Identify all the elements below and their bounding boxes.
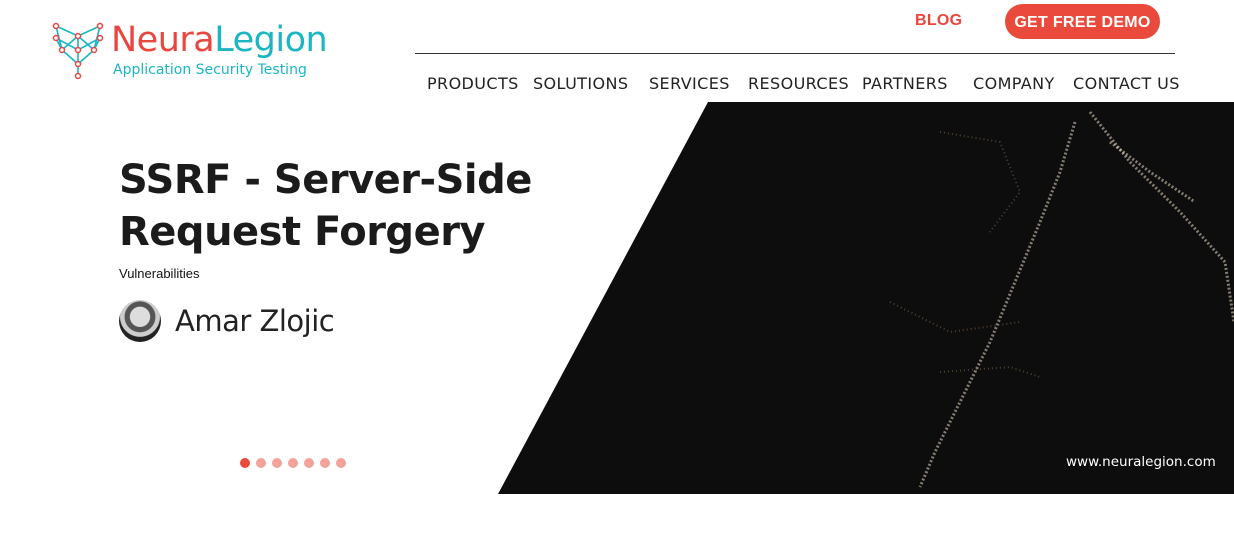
- author-name[interactable]: Amar Zlojic: [175, 304, 335, 338]
- author-avatar: [119, 300, 161, 342]
- carousel-dot[interactable]: [320, 458, 330, 468]
- banner-site-url: www.neuralegion.com: [1066, 454, 1216, 470]
- carousel-dot[interactable]: [240, 458, 250, 468]
- nav-item-company[interactable]: COMPANY: [973, 74, 1055, 93]
- nav-item-contact-us[interactable]: CONTACT US: [1073, 74, 1180, 93]
- hero-category[interactable]: Vulnerabilities: [119, 266, 199, 281]
- logo-wordmark: NeuraLegion: [111, 20, 328, 60]
- nav-item-solutions[interactable]: SOLUTIONS: [533, 74, 628, 93]
- carousel-dot[interactable]: [256, 458, 266, 468]
- nav-item-products[interactable]: PRODUCTS: [427, 74, 519, 93]
- nav-divider: [415, 53, 1175, 54]
- carousel-dot[interactable]: [288, 458, 298, 468]
- carousel-dot[interactable]: [304, 458, 314, 468]
- hero-title[interactable]: SSRF - Server-Side Request Forgery: [119, 154, 539, 258]
- logo-name-part1: Neura: [111, 20, 215, 60]
- logo-tagline: Application Security Testing: [113, 62, 307, 78]
- neuralegion-logo-icon: [52, 22, 104, 80]
- site-logo[interactable]: NeuraLegion Application Security Testing: [52, 20, 328, 84]
- carousel-dot[interactable]: [272, 458, 282, 468]
- blog-link[interactable]: BLOG: [915, 12, 962, 30]
- nav-item-resources[interactable]: RESOURCES: [748, 74, 849, 93]
- carousel-dot[interactable]: [336, 458, 346, 468]
- get-free-demo-button[interactable]: GET FREE DEMO: [1005, 4, 1160, 39]
- nav-item-partners[interactable]: PARTNERS: [862, 74, 948, 93]
- logo-name-part2: Legion: [214, 20, 328, 60]
- nav-item-services[interactable]: SERVICES: [649, 74, 730, 93]
